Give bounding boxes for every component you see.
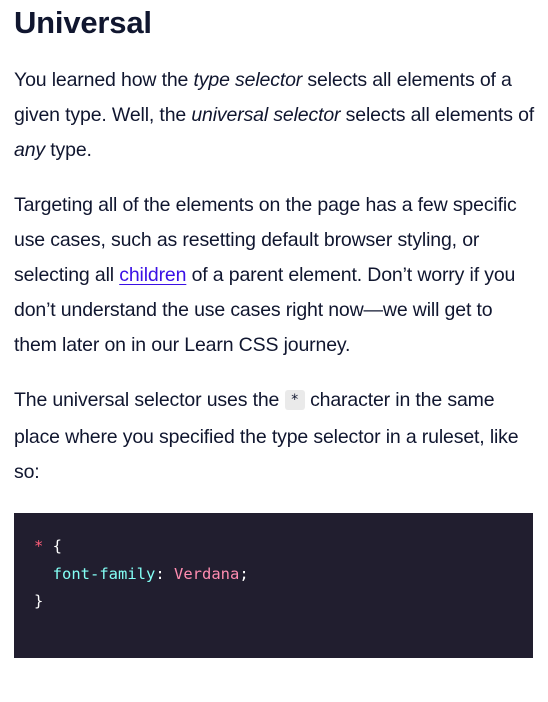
emphasis-any: any xyxy=(14,139,45,161)
code-close-brace: } xyxy=(34,592,44,610)
code-colon: : xyxy=(155,564,174,583)
code-value: Verdana xyxy=(174,564,240,583)
emphasis-type-selector: type selector xyxy=(193,69,303,91)
children-link[interactable]: children xyxy=(119,264,186,286)
paragraph-syntax: The universal selector uses the * charac… xyxy=(14,383,539,490)
code-open-brace: { xyxy=(43,537,63,555)
code-line-2: font-family: Verdana; xyxy=(34,561,533,589)
paragraph-text: You learned how the xyxy=(14,69,194,91)
paragraph-use-cases: Targeting all of the elements on the pag… xyxy=(14,188,539,363)
section-heading: Universal xyxy=(14,5,152,40)
paragraph-text: type. xyxy=(45,139,92,161)
code-selector: * xyxy=(34,537,44,555)
article-content: Universal You learned how the type selec… xyxy=(14,0,539,658)
inline-code-asterisk: * xyxy=(284,390,305,410)
paragraph-text: selects all elements of xyxy=(340,104,535,126)
code-line-1: * { xyxy=(34,533,533,561)
paragraph-intro: You learned how the type selector select… xyxy=(14,63,539,168)
paragraph-text: The universal selector uses the xyxy=(14,389,285,411)
code-semicolon: ; xyxy=(239,564,249,583)
emphasis-universal-selector: universal selector xyxy=(191,104,341,126)
code-property: font-family xyxy=(52,564,156,583)
code-line-3: } xyxy=(34,588,533,616)
code-block: * { font-family: Verdana; } xyxy=(14,513,533,658)
